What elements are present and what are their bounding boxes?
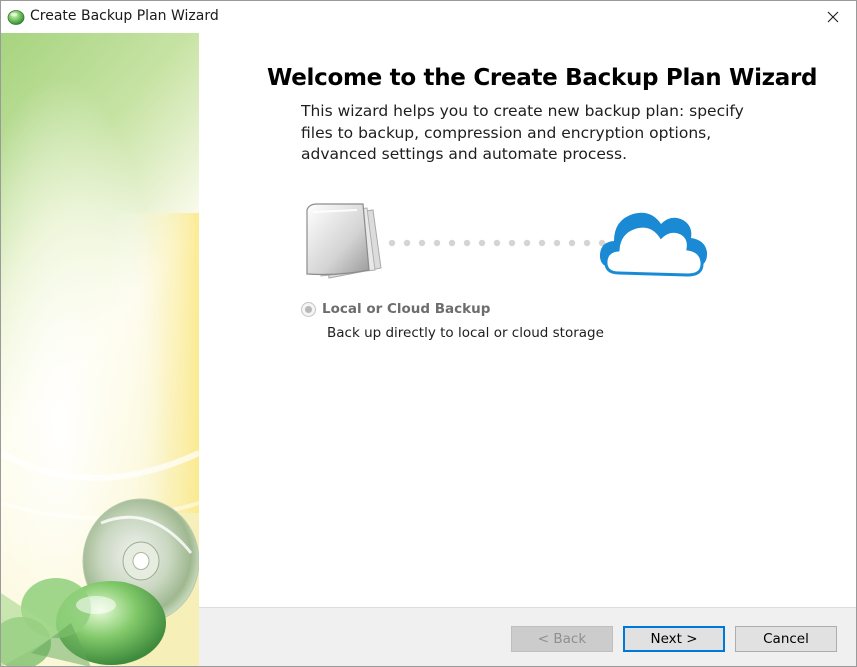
cancel-button-label: Cancel xyxy=(763,631,809,647)
window-title: Create Backup Plan Wizard xyxy=(30,8,219,24)
side-banner xyxy=(1,33,199,666)
radio-selected-dot xyxy=(305,305,312,313)
option-label: Local or Cloud Backup xyxy=(322,301,491,317)
green-gem-icon xyxy=(7,8,25,26)
wizard-description: This wizard helps you to create new back… xyxy=(301,102,744,163)
title-bar[interactable]: Create Backup Plan Wizard xyxy=(1,1,856,33)
option-radio-button[interactable] xyxy=(301,301,316,317)
option-local-or-cloud-backup[interactable]: Local or Cloud Backup xyxy=(301,301,490,317)
wizard-content: Welcome to the Create Backup Plan Wizard… xyxy=(199,33,856,607)
option-description: Back up directly to local or cloud stora… xyxy=(327,325,604,341)
wizard-footer: < Back Next > Cancel xyxy=(199,607,856,666)
page-title: Welcome to the Create Backup Plan Wizard xyxy=(267,65,818,91)
back-button-label: < Back xyxy=(537,631,587,647)
cancel-button[interactable]: Cancel xyxy=(735,626,837,652)
cloud-icon xyxy=(599,212,708,277)
next-button-label: Next > xyxy=(650,631,698,647)
backup-illustration xyxy=(299,198,729,288)
close-button[interactable] xyxy=(810,1,856,33)
close-icon xyxy=(827,11,839,23)
back-button[interactable]: < Back xyxy=(511,626,613,652)
next-button[interactable]: Next > xyxy=(623,626,725,652)
files-stack-icon xyxy=(306,203,382,279)
wizard-window: Create Backup Plan Wizard Welcome to the… xyxy=(0,0,857,667)
